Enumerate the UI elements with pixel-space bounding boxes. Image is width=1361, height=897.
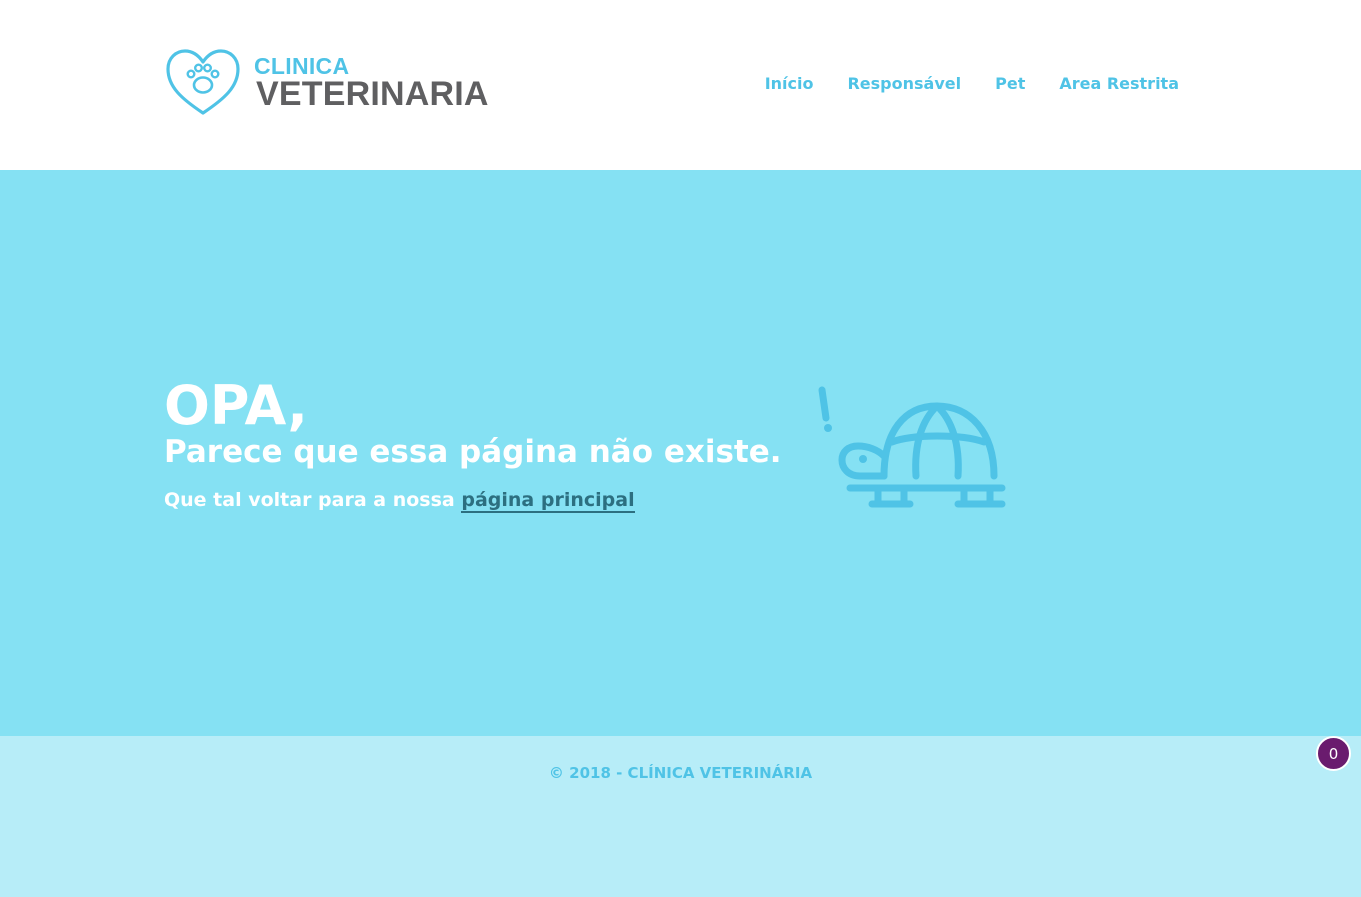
notification-badge[interactable]: 0 [1316,736,1351,771]
home-page-link[interactable]: página principal [461,489,635,513]
hero-subtitle: Parece que essa página não existe. [164,434,782,470]
brand-line2: VETERINARIA [256,75,489,113]
site-footer: © 2018 - CLÍNICA VETERINÁRIA [0,736,1361,897]
hero-text: Que tal voltar para a nossa página princ… [164,486,635,514]
not-found-hero: OPA, Parece que essa página não existe. … [0,170,1361,736]
nav-item-area-restrita[interactable]: Area Restrita [1059,74,1179,93]
heart-paw-icon [166,49,240,115]
nav-item-inicio[interactable]: Início [765,74,814,93]
nav-item-responsavel[interactable]: Responsável [847,74,961,93]
hero-text-prefix: Que tal voltar para a nossa [164,489,455,511]
turtle-icon [818,386,1006,508]
footer-copyright: © 2018 - CLÍNICA VETERINÁRIA [548,764,813,782]
nav-item-pet[interactable]: Pet [995,74,1025,93]
site-header: CLINICA VETERINARIA Início Responsável P… [0,0,1361,170]
hero-title: OPA, [164,374,308,437]
brand-logo-link[interactable]: CLINICA VETERINARIA [164,47,488,119]
main-nav: Início Responsável Pet Area Restrita [765,74,1179,93]
